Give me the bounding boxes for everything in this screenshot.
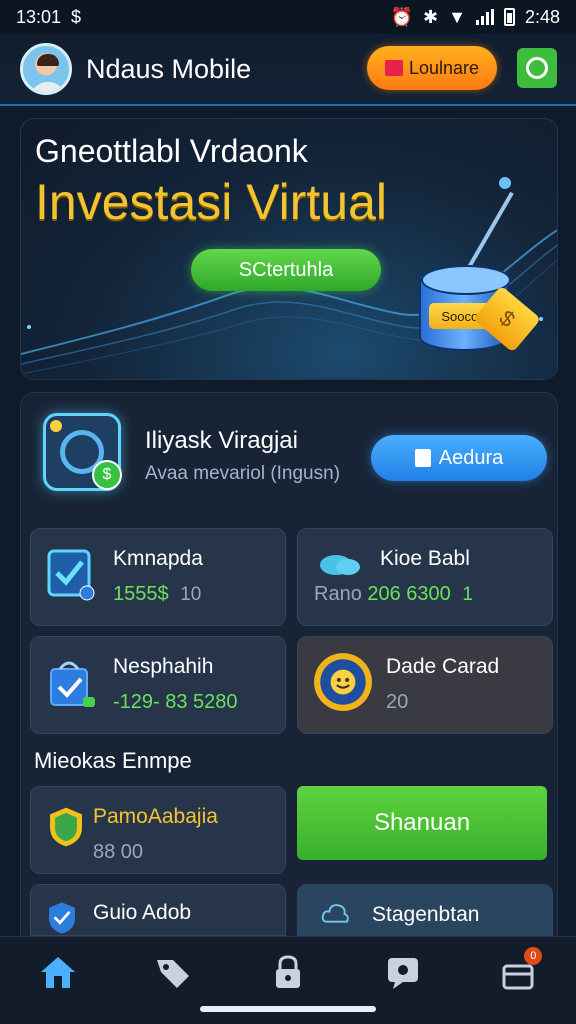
home-indicator[interactable] (200, 1006, 376, 1012)
vibrate-icon: ✱ (423, 6, 439, 27)
stat-amount: 206 6300 (367, 583, 451, 605)
app-title: Ndaus Mobile (86, 53, 252, 84)
stat-label: Kmnapda (113, 547, 203, 570)
alarm-icon: ⏰ (390, 6, 414, 27)
nav-lock[interactable] (258, 951, 318, 993)
stat-value: 20 (386, 691, 409, 713)
hero-title: Investasi Virtual (35, 174, 388, 230)
stat-card[interactable]: Nesphahih -129- 83 5280 (30, 636, 286, 734)
list-label: Guio Adob (93, 901, 192, 924)
chat-icon (388, 958, 419, 989)
stat-extra: 10 (180, 584, 202, 605)
list-card[interactable]: Stagenbtan (297, 884, 553, 936)
cloud-outline-icon (321, 904, 349, 923)
nav-tag[interactable] (143, 951, 203, 993)
list-label: Stagenbtan (372, 903, 480, 926)
feature-title: Iliyask Viragjai (145, 427, 298, 454)
stat-amount: 1555$ (113, 583, 169, 605)
stat-label: Dade Carad (386, 655, 500, 678)
status-clock: 2:48 (524, 6, 560, 27)
stat-value: -129- 83 5280 (113, 691, 238, 713)
signal-icon (475, 9, 494, 25)
header-action-button[interactable]: Loulnare (367, 46, 497, 90)
sparkle-dot (50, 420, 62, 432)
check-shield-icon (49, 902, 75, 934)
status-bar: 13:01 $ ⏰ ✱ ▼ 2:48 (0, 0, 576, 34)
nav-gift[interactable]: 0 (488, 947, 548, 993)
shanuan-button[interactable]: Shanuan (297, 786, 547, 860)
stat-value: 1555$ 10 (113, 583, 201, 606)
list-card[interactable]: PamoAabajia 88 00 (30, 786, 286, 874)
dollar-badge-icon: $ (92, 460, 122, 490)
notification-badge: 0 (524, 947, 543, 965)
header-action-label: Loulnare (408, 57, 480, 78)
compass-icon: $ (43, 413, 122, 491)
feature-subtitle: Avaa mevariol (Ingusn) (145, 463, 341, 484)
dollar-icon: $ (71, 6, 82, 27)
stat-extra: 1 (462, 584, 473, 605)
hero-cta-button[interactable]: SCtertuhla (191, 249, 381, 291)
stat-value: Rano 206 6300 1 (314, 583, 473, 606)
smiley-coin-icon (314, 653, 372, 711)
feature-action-label: Aedura (438, 446, 504, 469)
nav-home[interactable] (28, 951, 88, 993)
ticket-icon (384, 60, 403, 76)
nav-chat[interactable] (373, 951, 433, 993)
status-time: 13:01 (16, 6, 62, 27)
shield-icon (50, 807, 82, 847)
hero-banner: Gneottlabl Vrdaonk Investasi Virtual SCt… (20, 118, 558, 380)
hero-subtitle: Gneottlabl Vrdaonk (35, 133, 308, 169)
section-title: Mieokas Enmpe (34, 748, 192, 773)
wifi-icon: ▼ (448, 6, 466, 27)
shopping-bag-icon (50, 661, 95, 707)
list-value: 88 00 (93, 841, 144, 863)
tag-icon (156, 960, 189, 988)
stat-card[interactable]: Dade Carad 20 (297, 636, 553, 734)
stat-card[interactable]: Kmnapda 1555$ 10 (30, 528, 286, 626)
stat-label: Nesphahih (113, 655, 214, 678)
battery-icon (503, 8, 515, 26)
lock-icon (275, 955, 300, 988)
stat-prefix: Rano (314, 583, 362, 605)
list-card[interactable]: Guio Adob (30, 884, 286, 936)
list-label: PamoAabajia (93, 805, 218, 828)
antenna-ball (499, 177, 511, 189)
refresh-icon (526, 57, 548, 79)
app-header: Ndaus Mobile Loulnare (0, 34, 576, 106)
stat-card[interactable]: Kioe Babl Rano 206 6300 1 (297, 528, 553, 626)
refresh-button[interactable] (517, 48, 557, 88)
feature-action-button[interactable]: Aedura (371, 435, 547, 481)
stat-label: Kioe Babl (380, 547, 470, 570)
home-icon (40, 957, 75, 988)
tag-icon (414, 449, 431, 467)
avatar[interactable] (20, 43, 72, 95)
checklist-icon (47, 549, 95, 601)
